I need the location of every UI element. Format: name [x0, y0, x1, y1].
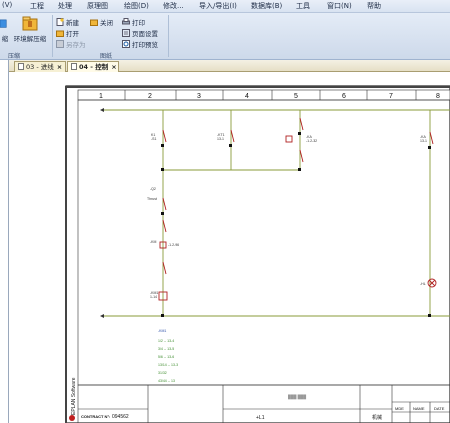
column-label: 4 — [245, 93, 249, 100]
contact-row: 13/14 -- 13-3 — [158, 363, 178, 367]
column-label: 3 — [197, 93, 201, 100]
sheet-frame — [65, 85, 450, 423]
eplan-logo: EPLAN Software — [69, 377, 77, 421]
column-label: 2 — [148, 93, 152, 100]
contract-number: 094562 — [112, 414, 129, 420]
contract-label: CONTRACT N°: — [81, 414, 110, 419]
contact-row: 1/2 -- 13-4 — [158, 339, 174, 343]
contact-row: 43/44 -- 13 — [158, 379, 175, 383]
location-label: 机械 — [372, 414, 382, 421]
rev-header: NAME — [413, 406, 425, 411]
component-label: -Q2 — [150, 187, 156, 191]
component-label: -KM — [150, 240, 157, 244]
column-label: 5 — [294, 93, 298, 100]
column-label: 7 — [389, 93, 393, 100]
contact-row: 31/32 — [158, 371, 167, 375]
level-label: +L1 — [256, 415, 265, 421]
contact-table-title: -KM1 — [158, 329, 166, 333]
column-label: 1 — [99, 93, 103, 100]
component-label: -HL — [420, 282, 426, 286]
component-label: -S1 — [151, 137, 157, 141]
component-label: 1-14 — [150, 295, 157, 299]
column-label: 8 — [436, 93, 440, 100]
component-label: Thrust — [147, 197, 157, 201]
brand-text: EPLAN Software — [71, 377, 77, 415]
rev-header: DATE — [434, 406, 445, 411]
contact-row: 5/6 -- 13-6 — [158, 355, 174, 359]
schematic-sheet[interactable]: 1 2 3 4 5 6 7 8 K1 -S1 -KT1 13-1 -KA -1.… — [0, 0, 450, 423]
component-label: -1.2-32 — [306, 139, 317, 143]
column-label: 6 — [342, 93, 346, 100]
component-label: -1.2-96 — [168, 243, 179, 247]
column-header-strip — [77, 89, 450, 101]
rev-header: MDE — [395, 406, 404, 411]
component-label: 13-1 — [420, 139, 427, 143]
component-label: 13-1 — [217, 137, 224, 141]
contact-row: 3/4 -- 13-5 — [158, 347, 174, 351]
